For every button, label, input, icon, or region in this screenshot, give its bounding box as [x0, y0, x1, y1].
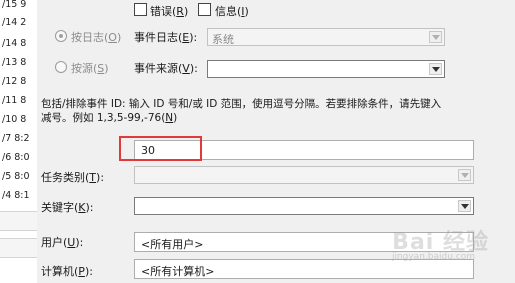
event-row-date[interactable]: /6 8:0 [2, 151, 37, 165]
chevron-down-icon [458, 169, 471, 181]
event-row-date[interactable]: /11 8 [2, 94, 37, 108]
event-log-select[interactable]: 系统 [207, 28, 445, 46]
by-source-label[interactable]: 按源(S) [71, 60, 109, 76]
keywords-select[interactable] [134, 197, 474, 215]
event-id-description-line1: 包括/排除事件 ID: 输入 ID 号和/或 ID 范围，使用逗号分隔。若要排除… [41, 98, 442, 110]
background-panel-divider [0, 238, 37, 258]
task-category-label: 任务类别(T): [41, 171, 105, 184]
task-category-select[interactable] [134, 166, 474, 184]
chevron-down-icon [429, 31, 442, 43]
by-log-radio[interactable] [55, 30, 67, 42]
watermark-url: jingyan.baidu.com [391, 252, 475, 262]
user-value: <所有用户> [141, 238, 204, 251]
event-log-value: 系统 [212, 33, 234, 46]
info-checkbox[interactable] [198, 3, 211, 16]
event-row-date[interactable]: /15 9 [2, 0, 37, 12]
background-event-list: /15 9 /14 2 /14 8 /13 8 /12 8 /11 8 /10 … [0, 0, 38, 283]
error-label[interactable]: 错误(R) [150, 3, 188, 19]
event-row-date[interactable]: /12 8 [2, 75, 37, 89]
filter-dialog: 错误(R) 信息(I) 按日志(O) 事件日志(E): 系统 按源(S) 事件来… [37, 0, 515, 283]
event-row-date[interactable]: /14 8 [2, 37, 37, 51]
event-row-date[interactable]: /7 8:2 [2, 132, 37, 146]
by-source-radio[interactable] [55, 61, 67, 73]
computer-value: <所有计算机> [141, 265, 215, 278]
event-row-date[interactable]: /4 8:1 [2, 189, 37, 203]
event-row-date[interactable]: /14 2 [2, 16, 37, 30]
event-row-date[interactable]: /10 8 [2, 113, 37, 127]
computer-input[interactable]: <所有计算机> [134, 259, 474, 279]
error-checkbox[interactable] [134, 3, 147, 16]
event-row-date[interactable]: /5 8:0 [2, 170, 37, 184]
event-source-select[interactable] [207, 60, 445, 78]
background-panel-divider [0, 211, 37, 231]
chevron-down-icon [429, 63, 442, 75]
user-label: 用户(U): [41, 236, 84, 249]
keywords-label: 关键字(K): [41, 201, 94, 214]
highlight-box [119, 136, 202, 161]
chevron-down-icon [458, 200, 471, 212]
computer-label: 计算机(P): [41, 265, 93, 278]
event-id-description-line2: 减号。例如 1,3,5-99,-76(N) [41, 112, 178, 124]
by-log-label[interactable]: 按日志(O) [71, 29, 121, 45]
event-source-label: 事件来源(V): [134, 62, 198, 75]
info-label[interactable]: 信息(I) [215, 3, 249, 19]
event-row-date[interactable]: /13 8 [2, 56, 37, 70]
event-log-label: 事件日志(E): [134, 31, 198, 44]
